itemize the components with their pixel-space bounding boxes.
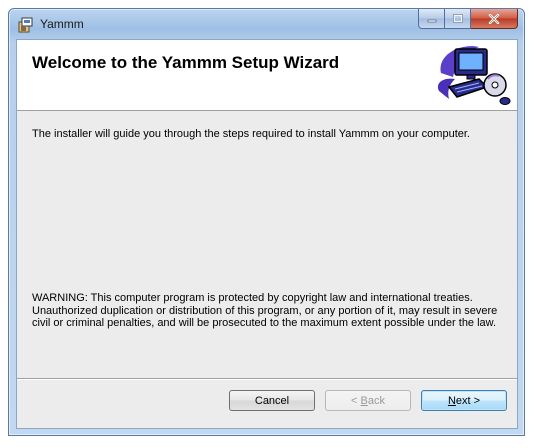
minimize-button[interactable] <box>418 9 445 29</box>
back-button-label: ack <box>367 394 385 407</box>
maximize-icon <box>452 14 463 23</box>
button-separator <box>17 378 517 380</box>
cancel-button[interactable]: Cancel <box>229 390 315 411</box>
computer-with-disc-icon <box>437 46 511 105</box>
back-button-prefix: < <box>351 394 361 407</box>
setup-wizard-window: Yammm Welcome to the Yammm Setup Wizard … <box>8 8 525 436</box>
minimize-icon <box>427 19 436 22</box>
wizard-client-area: Welcome to the Yammm Setup Wizard The in… <box>16 39 518 429</box>
close-icon <box>488 13 500 24</box>
caption-buttons <box>418 9 518 29</box>
back-button[interactable]: < Back <box>325 390 411 411</box>
copyright-warning-text: WARNING: This computer program is protec… <box>32 292 498 329</box>
next-button[interactable]: Next > <box>421 390 507 411</box>
back-button-mnemonic: B <box>360 394 368 407</box>
window-title: Yammm <box>40 17 84 31</box>
intro-text: The installer will guide you through the… <box>32 128 470 140</box>
next-button-label: ext > <box>455 394 481 407</box>
maximize-button[interactable] <box>445 9 471 29</box>
next-button-mnemonic: N <box>447 394 456 407</box>
installer-box-icon[interactable] <box>18 17 34 33</box>
close-button[interactable] <box>471 9 518 29</box>
wizard-banner-title: Welcome to the Yammm Setup Wizard <box>32 53 340 72</box>
wizard-banner: Welcome to the Yammm Setup Wizard <box>17 40 517 111</box>
title-bar[interactable]: Yammm <box>9 9 524 39</box>
